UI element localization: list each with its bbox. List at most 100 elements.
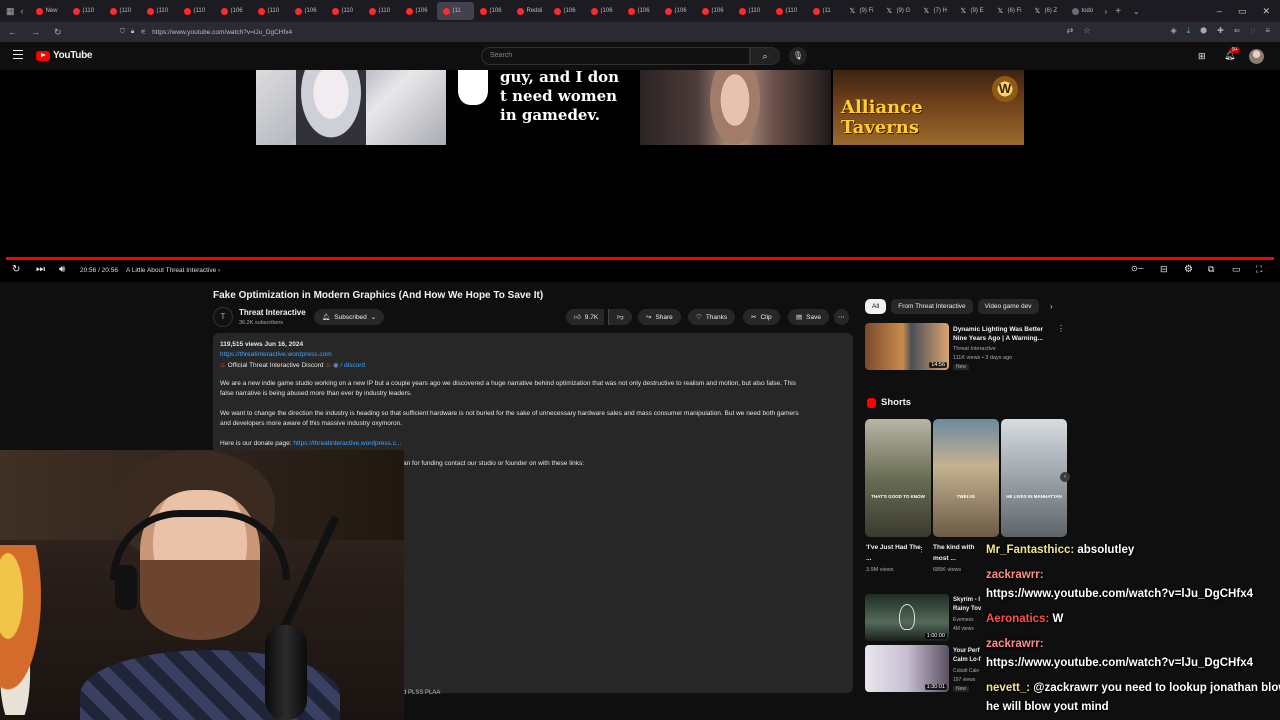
next-video-icon[interactable]: ⏭︎ — [36, 264, 45, 275]
forward-icon[interactable]: → — [31, 27, 40, 38]
account-avatar[interactable] — [1249, 49, 1264, 64]
minimize-icon[interactable]: – — [1217, 6, 1222, 16]
thanks-button[interactable]: ♡ Thanks — [688, 309, 736, 325]
recommended-thumbnail[interactable]: 1:00:00 — [865, 594, 949, 641]
tab-list-icon[interactable]: ⌄ — [1133, 7, 1140, 16]
donate-link[interactable]: https://threatinteractive.wordpress.c... — [293, 440, 401, 447]
dislike-button[interactable]: 👎︎ — [608, 309, 632, 325]
download-icon[interactable]: ⤓ — [1187, 26, 1191, 36]
like-button[interactable]: 👍︎ 9.7K — [566, 309, 605, 325]
channel-avatar[interactable]: T — [213, 307, 233, 327]
recommended-thumbnail[interactable]: 1:30:01 — [865, 645, 949, 692]
back-icon[interactable]: ← — [8, 27, 17, 38]
more-vertical-icon[interactable]: ⋮ — [918, 546, 925, 554]
tab-back-icon[interactable]: ‹ — [21, 6, 24, 17]
miniplayer-icon[interactable]: ⧉ — [1208, 264, 1214, 275]
video-player[interactable]: guy, and I don t need women in gamedev. … — [0, 70, 1280, 282]
endscreen-thumbnail-anime[interactable] — [256, 70, 446, 145]
autoplay-toggle[interactable]: ⊙⁠─ — [1131, 264, 1143, 273]
more-actions-button[interactable]: ⋯ — [834, 309, 849, 325]
endscreen-thumbnail-quote[interactable]: guy, and I don t need women in gamedev. — [455, 70, 630, 145]
browser-tab[interactable]: (106 — [400, 2, 437, 20]
browser-tab[interactable]: (110 — [733, 2, 770, 20]
browser-tab[interactable]: 𝕏 (9) G — [881, 2, 918, 20]
volume-icon[interactable]: 🔊︎ — [59, 264, 65, 275]
browser-tab[interactable]: (11 — [436, 2, 474, 20]
short-thumbnail[interactable]: TWELVE — [933, 419, 999, 537]
browser-tab[interactable]: Reddi — [511, 2, 548, 20]
subscribed-button[interactable]: 🔔︎ Subscribed ⌄ — [314, 309, 385, 325]
browser-tab[interactable]: (106 — [622, 2, 659, 20]
browser-tab[interactable]: (106 — [659, 2, 696, 20]
browser-tab[interactable]: todo — [1066, 2, 1103, 20]
browser-tab[interactable]: (110 — [178, 2, 215, 20]
browser-tab[interactable]: (110 — [252, 2, 289, 20]
endscreen-thumbnail-reaction[interactable] — [640, 70, 831, 145]
theater-mode-icon[interactable]: ▭ — [1232, 264, 1241, 275]
chapter-title[interactable]: A Little About Threat Interactive › — [126, 267, 220, 274]
chip-from-channel[interactable]: From Threat Interactive — [891, 299, 973, 314]
settings-gear-icon[interactable]: ⚙︎ — [1184, 264, 1193, 275]
browser-tab[interactable]: New — [30, 2, 67, 20]
recommended-channel[interactable]: Threat Interactive — [953, 346, 996, 352]
youtube-logo[interactable]: YouTube — [36, 50, 93, 61]
reload-icon[interactable]: ↻ — [54, 27, 62, 38]
browser-tab[interactable]: 𝕏 (9) Fi — [844, 2, 881, 20]
translate-icon[interactable]: ⇄ — [1067, 26, 1074, 36]
endscreen-thumbnail-wow[interactable]: Alliance Taverns W — [833, 70, 1024, 145]
browser-tab[interactable]: 𝕏 (9) E — [955, 2, 992, 20]
guide-menu-icon[interactable] — [13, 50, 23, 59]
chevron-right-icon[interactable]: › — [1050, 302, 1053, 311]
shorts-next-button[interactable]: › — [1060, 472, 1070, 482]
browser-tab[interactable]: (106 — [548, 2, 585, 20]
browser-tab[interactable]: 𝕏 (7) H — [918, 2, 955, 20]
bookmark-star-icon[interactable]: ☆ — [1083, 26, 1090, 36]
recommended-channel[interactable]: Evemess — [953, 617, 974, 623]
voice-search-button[interactable]: 🎙︎ — [789, 47, 807, 65]
extension-icon[interactable]: ⬢ — [1200, 26, 1207, 36]
channel-name[interactable]: Threat Interactive — [239, 308, 306, 317]
address-field[interactable]: ⛉ 🔒︎ ⚟ https://www.youtube.com/watch?v=l… — [120, 28, 292, 36]
puzzle-icon[interactable]: ✚ — [1217, 26, 1224, 36]
tab-scroll-right-icon[interactable]: › — [1105, 7, 1108, 16]
browser-tab[interactable]: (110 — [326, 2, 363, 20]
more-vertical-icon[interactable]: ⋮ — [1057, 324, 1065, 333]
discord-link[interactable]: / discord — [340, 362, 365, 369]
browser-tab[interactable]: (110 — [67, 2, 104, 20]
browser-tab[interactable]: 𝕏 (6) Fi — [992, 2, 1029, 20]
recommended-thumbnail[interactable]: 14:56 — [865, 323, 949, 370]
pocket-icon[interactable]: ◈ — [1170, 26, 1176, 36]
short-thumbnail[interactable]: HE LIVES IN MANHATTAN — [1001, 419, 1067, 537]
fullscreen-icon[interactable]: ⛶ — [1256, 264, 1262, 275]
profile-icon[interactable]: ◌ — [1251, 26, 1256, 36]
browser-tab[interactable]: 𝕏 (6) Z — [1029, 2, 1066, 20]
chip-all[interactable]: All — [865, 299, 887, 314]
website-link[interactable]: https://threatinteractive.wordpress.com — [220, 351, 332, 358]
browser-tab[interactable]: (106 — [696, 2, 733, 20]
subtitles-icon[interactable]: ⊟ — [1160, 264, 1168, 275]
new-tab-button[interactable]: + — [1115, 6, 1121, 17]
create-video-icon[interactable]: ⊞ — [1198, 51, 1206, 62]
video-progress-bar[interactable] — [6, 257, 1274, 260]
close-window-icon[interactable]: ✕ — [1262, 6, 1270, 17]
search-button[interactable]: ⌕ — [750, 47, 780, 65]
url-text[interactable]: https://www.youtube.com/watch?v=lJu_DgCH… — [152, 29, 292, 36]
search-input[interactable]: Search — [481, 47, 750, 65]
browser-tab[interactable]: (106 — [215, 2, 252, 20]
browser-tab[interactable]: (110 — [141, 2, 178, 20]
browser-tab[interactable]: (106 — [289, 2, 326, 20]
browser-tab[interactable]: (106 — [585, 2, 622, 20]
recommended-channel[interactable]: Cobalt Cale — [953, 668, 979, 674]
browser-tab[interactable]: (106 — [474, 2, 511, 20]
sidebar-icon[interactable]: ⇐ — [1234, 26, 1241, 36]
share-button[interactable]: ↪ Share — [638, 309, 681, 325]
clip-button[interactable]: ✂ Clip — [743, 309, 780, 325]
maximize-icon[interactable]: ▭ — [1238, 6, 1247, 17]
browser-tab[interactable]: (11 — [807, 2, 844, 20]
browser-tab[interactable]: (110 — [363, 2, 400, 20]
save-button[interactable]: ▤ Save — [788, 309, 829, 325]
replay-icon[interactable]: ↻ — [12, 264, 20, 275]
short-thumbnail[interactable]: THAT'S GOOD TO KNOW — [865, 419, 931, 537]
recommended-title[interactable]: Dynamic Lighting Was Better Nine Years A… — [953, 325, 1053, 343]
short-title[interactable]: 'I've Just Had The ... — [866, 542, 921, 564]
